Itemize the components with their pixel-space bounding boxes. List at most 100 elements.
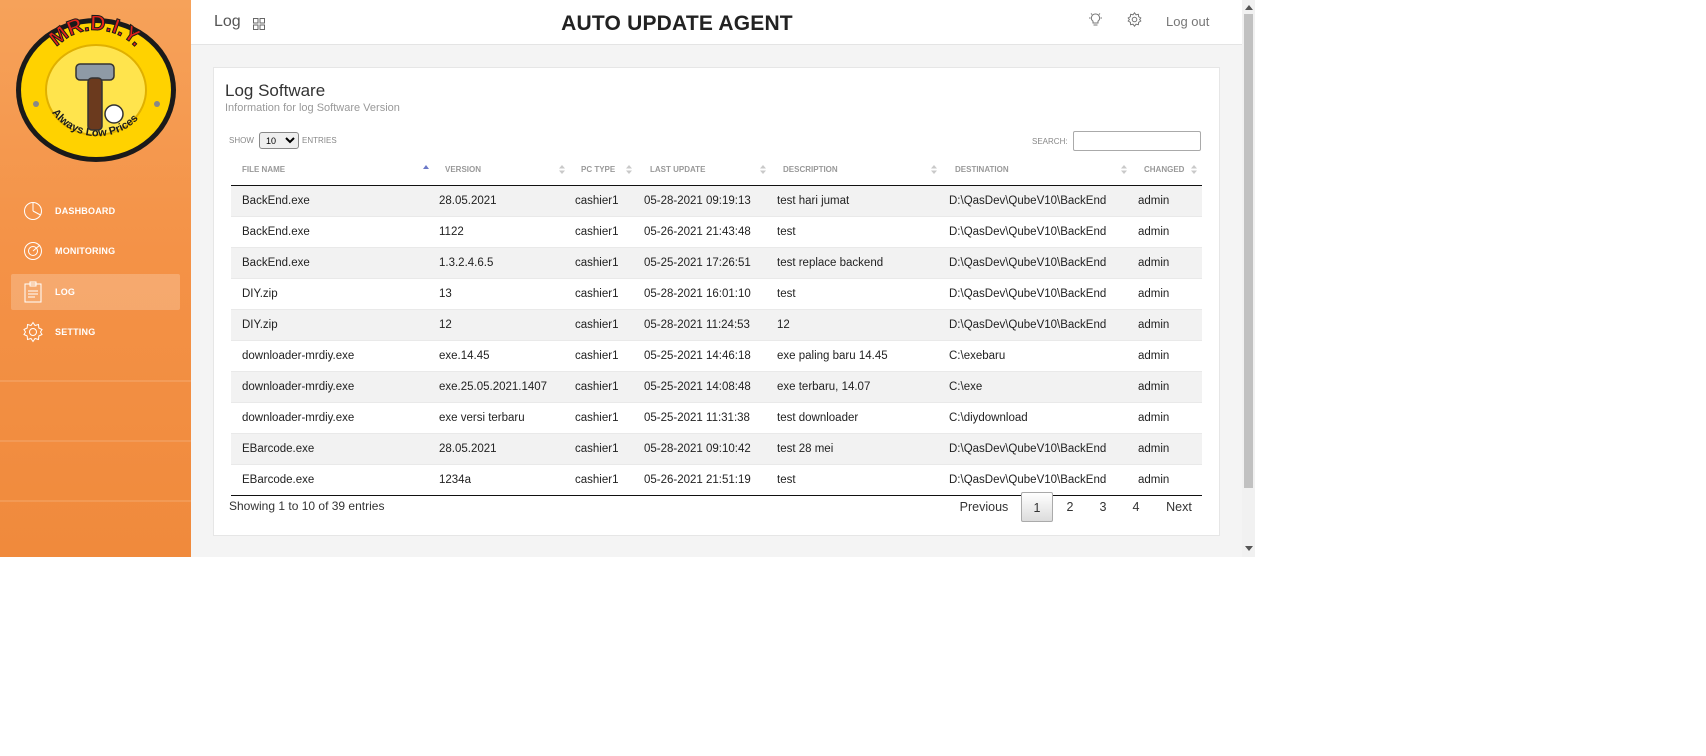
column-header-pc-type[interactable]: PC TYPE <box>581 159 633 185</box>
sidebar-item-setting[interactable]: SETTING <box>11 314 180 350</box>
cell-description: test downloader <box>777 412 859 424</box>
sort-icon <box>1191 165 1197 174</box>
page-button-1[interactable]: 1 <box>1021 492 1053 522</box>
column-header-version[interactable]: VERSION <box>445 159 565 185</box>
sort-icon <box>626 165 632 174</box>
cell-version: exe versi terbaru <box>439 412 525 424</box>
cell-destination: C:\exe <box>949 381 983 393</box>
scroll-up-arrow-icon[interactable] <box>1245 5 1253 10</box>
column-header-last-update[interactable]: LAST UPDATE <box>650 159 768 185</box>
brand-logo: MR.D.I.Y. Always Low Prices <box>16 14 176 162</box>
table-row[interactable]: downloader-mrdiy.exe exe versi terbaru cas… <box>231 403 1202 434</box>
search-input[interactable] <box>1073 131 1201 151</box>
cell-destination: D:\QasDev\QubeV10\BackEnd <box>949 474 1107 486</box>
sort-icon <box>1121 165 1127 174</box>
sidebar-item-monitoring[interactable]: MONITORING <box>11 233 180 269</box>
cell-changed: admin <box>1138 195 1170 207</box>
search-label: SEARCH: <box>1032 137 1068 146</box>
cell-file-name: EBarcode.exe <box>242 474 315 486</box>
cell-file-name: BackEnd.exe <box>242 226 310 238</box>
cell-version: 1122 <box>439 226 464 238</box>
scrollbar-thumb[interactable] <box>1244 14 1253 488</box>
card-title: Log Software <box>225 81 326 100</box>
sidebar-item-label: SETTING <box>55 327 96 337</box>
settings-gear-icon[interactable] <box>1127 12 1142 27</box>
next-page-button[interactable]: Next <box>1158 492 1200 522</box>
table-row[interactable]: downloader-mrdiy.exe exe.14.45 cashier1 05-… <box>231 341 1202 372</box>
cell-file-name: EBarcode.exe <box>242 443 315 455</box>
cell-changed: admin <box>1138 319 1170 331</box>
page-button-3[interactable]: 3 <box>1087 492 1119 522</box>
sidebar-item-label: MONITORING <box>55 246 116 256</box>
table-row[interactable]: BackEnd.exe 1122 cashier1 05-26-2021 21:43:… <box>231 217 1202 248</box>
previous-page-button[interactable]: Previous <box>954 492 1014 522</box>
table-row[interactable]: downloader-mrdiy.exe exe.25.05.2021.1407 c… <box>231 372 1202 403</box>
column-header-file-name[interactable]: FILE NAME <box>242 159 429 185</box>
cell-description: test replace backend <box>777 257 884 269</box>
column-header-destination[interactable]: DESTINATION <box>955 159 1129 185</box>
main-content: Log AUTO UPDATE AGENT Log out Log Softwa… <box>191 0 1242 557</box>
logout-link[interactable]: Log out <box>1166 14 1209 29</box>
cell-last-update: 05-28-2021 09:10:42 <box>644 443 751 455</box>
cell-description: test hari jumat <box>777 195 850 207</box>
cell-destination: C:\exebaru <box>949 350 1006 362</box>
cell-changed: admin <box>1138 412 1170 424</box>
cell-destination: D:\QasDev\QubeV10\BackEnd <box>949 443 1107 455</box>
cell-changed: admin <box>1138 257 1170 269</box>
cell-changed: admin <box>1138 474 1170 486</box>
table-body: BackEnd.exe 28.05.2021 cashier1 05-28-2021 … <box>231 186 1202 496</box>
cell-destination: D:\QasDev\QubeV10\BackEnd <box>949 195 1107 207</box>
table-row[interactable]: DIY.zip 12 cashier1 05-28-2021 11:24:53 12 D:… <box>231 310 1202 341</box>
entries-per-page-select[interactable]: 10 <box>259 132 299 149</box>
top-header: Log AUTO UPDATE AGENT Log out <box>191 0 1242 45</box>
table-row[interactable]: EBarcode.exe 28.05.2021 cashier1 05-28-2021… <box>231 434 1202 465</box>
scroll-down-arrow-icon[interactable] <box>1245 546 1253 551</box>
cell-pc-type: cashier1 <box>575 412 619 424</box>
cell-version: 1.3.2.4.6.5 <box>439 257 494 269</box>
column-header-description[interactable]: DESCRIPTION <box>783 159 939 185</box>
page-title: AUTO UPDATE AGENT <box>561 12 793 35</box>
cell-pc-type: cashier1 <box>575 443 619 455</box>
cell-file-name: downloader-mrdiy.exe <box>242 412 355 424</box>
log-table: FILE NAME VERSION PC TYPE LAST UPDATE DE… <box>231 159 1202 496</box>
cell-pc-type: cashier1 <box>575 226 619 238</box>
cell-changed: admin <box>1138 226 1170 238</box>
cell-last-update: 05-28-2021 09:19:13 <box>644 195 751 207</box>
page-button-2[interactable]: 2 <box>1054 492 1086 522</box>
sidebar-item-label: LOG <box>55 287 76 297</box>
table-row[interactable]: BackEnd.exe 1.3.2.4.6.5 cashier1 05-25-2021… <box>231 248 1202 279</box>
cell-description: exe terbaru, 14.07 <box>777 381 871 393</box>
table-row[interactable]: BackEnd.exe 28.05.2021 cashier1 05-28-2021 … <box>231 186 1202 217</box>
table-header: FILE NAME VERSION PC TYPE LAST UPDATE DE… <box>231 159 1202 186</box>
cell-description: test 28 mei <box>777 443 834 455</box>
cell-file-name: BackEnd.exe <box>242 195 310 207</box>
cell-description: 12 <box>777 319 790 331</box>
cell-last-update: 05-28-2021 16:01:10 <box>644 288 751 300</box>
cell-destination: D:\QasDev\QubeV10\BackEnd <box>949 319 1107 331</box>
cell-changed: admin <box>1138 350 1170 362</box>
cell-version: 28.05.2021 <box>439 195 497 207</box>
sort-icon <box>760 165 766 174</box>
cell-file-name: DIY.zip <box>242 288 278 300</box>
target-icon <box>22 240 44 262</box>
page-button-4[interactable]: 4 <box>1120 492 1152 522</box>
sort-icon <box>931 165 937 174</box>
cell-version: exe.14.45 <box>439 350 490 362</box>
cell-pc-type: cashier1 <box>575 195 619 207</box>
gear-icon <box>22 321 44 343</box>
column-header-changed[interactable]: CHANGED <box>1144 159 1200 185</box>
cell-version: 13 <box>439 288 452 300</box>
cell-file-name: downloader-mrdiy.exe <box>242 350 355 362</box>
sort-icon <box>559 165 565 174</box>
pie-chart-icon <box>22 200 44 222</box>
vertical-scrollbar[interactable] <box>1242 0 1255 557</box>
sort-ascending-icon <box>423 165 429 169</box>
sidebar-item-log[interactable]: LOG <box>11 274 180 310</box>
app-window: MR.D.I.Y. Always Low Prices DASHBOARD MO… <box>0 0 1255 557</box>
table-row[interactable]: DIY.zip 13 cashier1 05-28-2021 16:01:10 test… <box>231 279 1202 310</box>
cell-pc-type: cashier1 <box>575 257 619 269</box>
cell-last-update: 05-25-2021 11:31:38 <box>644 412 750 424</box>
lightbulb-icon[interactable] <box>1088 12 1103 28</box>
cell-pc-type: cashier1 <box>575 288 619 300</box>
sidebar-item-dashboard[interactable]: DASHBOARD <box>11 193 180 229</box>
